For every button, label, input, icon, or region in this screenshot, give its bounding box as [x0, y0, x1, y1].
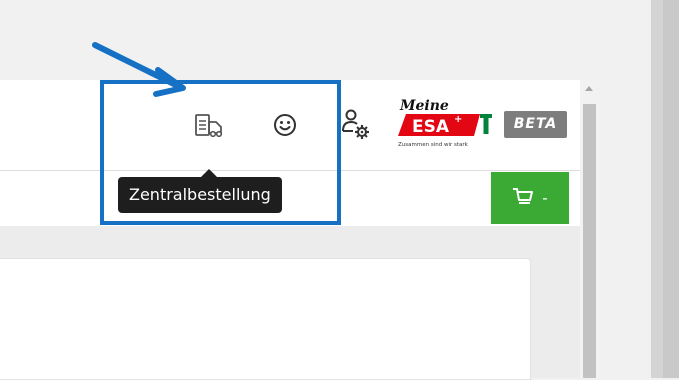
content-card — [0, 258, 531, 380]
vertical-scrollbar[interactable] — [580, 80, 599, 378]
svg-text:ESA: ESA — [412, 117, 450, 137]
beta-badge: BETA — [504, 111, 567, 138]
window-frame-shadow — [651, 0, 663, 378]
svg-text:Zusammen sind wir stark: Zusammen sind wir stark — [398, 142, 469, 148]
annotation-arrow-icon — [92, 42, 186, 97]
logo-tagline: Zusammen sind wir stark — [398, 142, 469, 148]
scroll-thumb[interactable] — [583, 104, 596, 378]
svg-text:Meine: Meine — [399, 98, 449, 114]
svg-text:+: + — [454, 114, 462, 125]
user-settings-icon[interactable] — [340, 108, 372, 142]
cart-icon — [512, 186, 534, 210]
scroll-up-arrow-icon[interactable] — [585, 86, 593, 91]
meine-esa-logo[interactable]: Meine ESA + Zusammen sind wir stark — [394, 96, 502, 148]
window-frame-right — [651, 0, 679, 378]
cart-button[interactable]: - — [491, 172, 569, 224]
logo-brand-text: ESA — [412, 117, 450, 137]
logo-script-text: Meine — [399, 98, 449, 114]
cart-count: - — [542, 189, 548, 207]
